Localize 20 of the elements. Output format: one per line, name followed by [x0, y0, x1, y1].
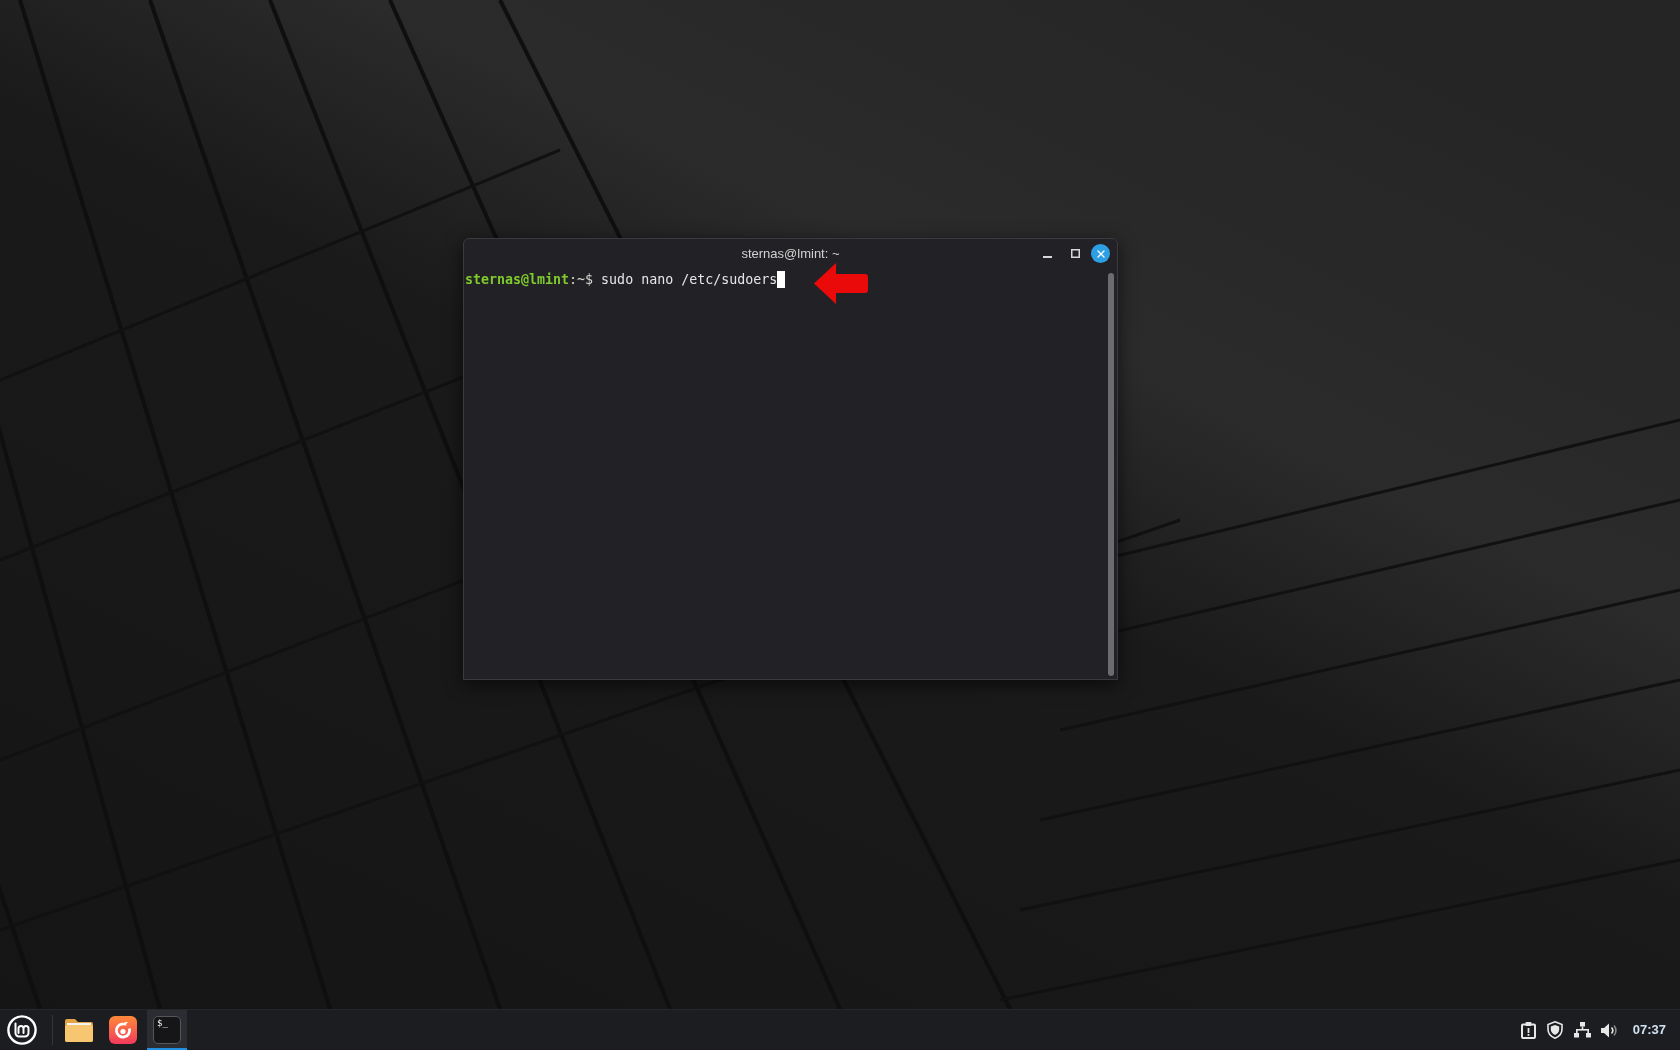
terminal-icon: $_ [153, 1016, 181, 1044]
text-cursor [777, 271, 786, 288]
arrow-icon [814, 263, 868, 304]
maximize-icon [1070, 249, 1080, 258]
swirl-app-icon [109, 1016, 137, 1044]
logo-icon [7, 1015, 37, 1045]
folder-icon [65, 1018, 93, 1042]
scrollbar-thumb[interactable] [1108, 273, 1114, 676]
close-button[interactable] [1091, 244, 1110, 263]
command-text: sudo nano /etc/sudoers [601, 271, 778, 288]
network-icon[interactable] [1573, 1022, 1591, 1038]
volume-icon[interactable] [1601, 1022, 1618, 1038]
launcher-button[interactable]: $_ [147, 1010, 187, 1050]
shield-icon[interactable] [1547, 1021, 1564, 1039]
clock: 07:37 [1631, 1021, 1667, 1040]
window-title: sternas@lmint: ~ [741, 244, 840, 263]
minimize-icon [1042, 256, 1052, 258]
clipboard-icon[interactable] [1520, 1021, 1536, 1039]
prompt-symbol: :~$ [569, 271, 594, 288]
prompt-user-host: sternas@lmint [465, 271, 570, 288]
